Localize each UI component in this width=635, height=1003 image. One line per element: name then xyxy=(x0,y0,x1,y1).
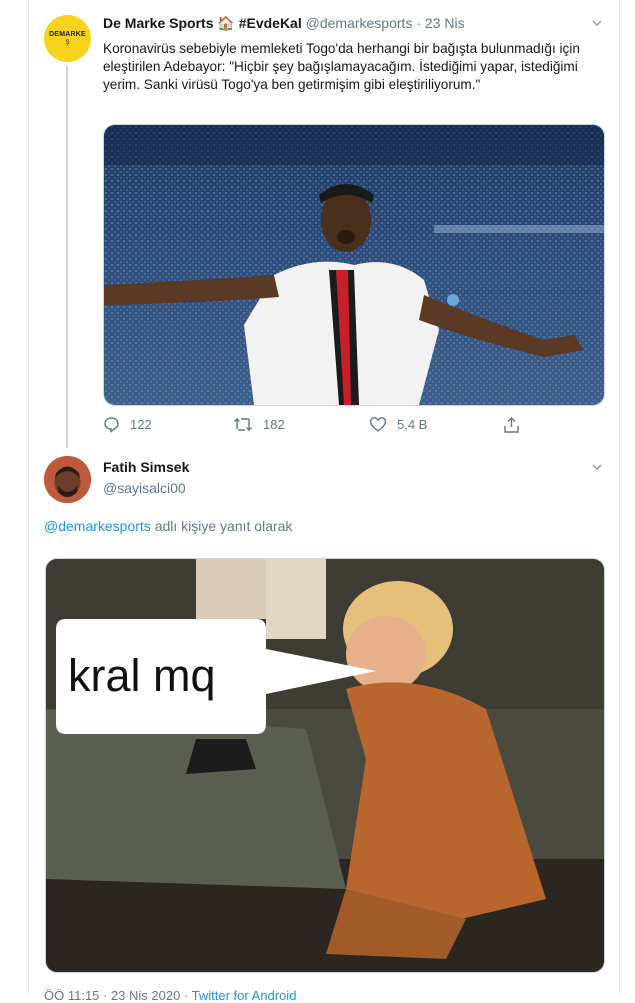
avatar-logo-subtext: Ş xyxy=(65,40,70,46)
display-name[interactable]: Fatih Simsek xyxy=(103,459,189,475)
meme-caption: kral mq xyxy=(68,650,216,701)
share-icon xyxy=(504,417,519,433)
tweet-header: De Marke Sports 🏠 #EvdeKal @demarkesport… xyxy=(103,15,465,32)
heart-icon xyxy=(369,417,387,432)
separator-dot: · xyxy=(416,15,421,31)
reply-icon xyxy=(104,417,119,433)
like-button[interactable]: 5,4 B xyxy=(369,416,427,433)
tweet-source[interactable]: Twitter for Android xyxy=(192,988,297,1003)
avatar[interactable]: DEMARKE Ş xyxy=(44,15,91,62)
tweet-handle-row: @sayisalci00 xyxy=(103,480,186,496)
meme-image: kral mq xyxy=(46,559,604,972)
retweet-count: 182 xyxy=(263,417,285,432)
share-button[interactable] xyxy=(503,416,520,434)
reply-button[interactable]: 122 xyxy=(103,416,152,433)
thread-connector xyxy=(66,66,68,448)
tweet-date[interactable]: 23 Nis xyxy=(425,15,465,31)
retweet-icon xyxy=(234,418,252,431)
replying-to: @demarkesports adlı kişiye yanıt olarak xyxy=(44,518,292,534)
user-avatar-photo xyxy=(44,456,91,503)
chevron-down-icon[interactable] xyxy=(592,462,602,472)
stadium-photo xyxy=(104,125,604,405)
reply-to-link[interactable]: @demarkesports xyxy=(44,518,151,534)
tweet-text: Koronavirüs sebebiyle memleketi Togo'da … xyxy=(103,41,580,92)
display-name[interactable]: De Marke Sports 🏠 #EvdeKal xyxy=(103,15,302,31)
tweet-footer: ÖÖ 11:15 · 23 Nis 2020 · Twitter for And… xyxy=(44,988,296,1003)
tweet-photo[interactable] xyxy=(103,124,605,406)
avatar-logo-text: DEMARKE xyxy=(49,31,86,38)
user-handle[interactable]: @sayisalci00 xyxy=(103,480,186,496)
tweet-photo[interactable]: kral mq xyxy=(45,558,605,973)
like-count: 5,4 B xyxy=(397,417,428,432)
tweet-actions: 122 182 5,4 B xyxy=(103,416,523,436)
tweet-timestamp[interactable]: ÖÖ 11:15 · 23 Nis 2020 · xyxy=(44,988,192,1003)
reply-to-suffix: adlı kişiye yanıt olarak xyxy=(150,518,293,534)
tweet-header: Fatih Simsek xyxy=(103,459,189,475)
reply-count: 122 xyxy=(130,417,152,432)
chevron-down-icon[interactable] xyxy=(592,18,602,28)
user-handle[interactable]: @demarkesports xyxy=(306,15,413,31)
avatar[interactable] xyxy=(44,456,91,503)
retweet-button[interactable]: 182 xyxy=(233,416,285,433)
